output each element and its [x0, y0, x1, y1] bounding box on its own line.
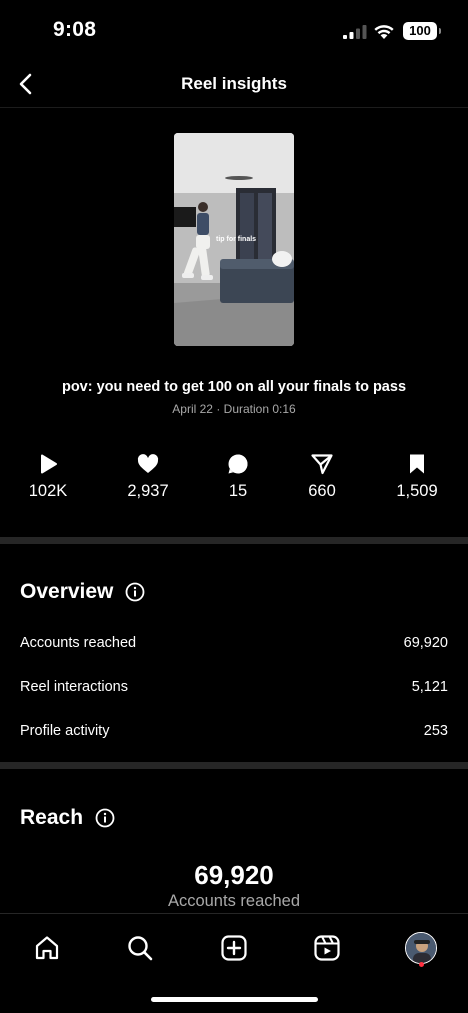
accounts-reached-value: 69,920: [403, 635, 448, 651]
reel-interactions-value: 5,121: [411, 679, 448, 695]
battery-indicator: 100: [403, 22, 441, 40]
reach-title: Reach: [20, 806, 84, 829]
tab-search[interactable]: [120, 928, 160, 968]
comments-stat: 15: [193, 452, 283, 501]
tab-home[interactable]: [27, 928, 67, 968]
tab-create[interactable]: [214, 928, 254, 968]
likes-stat: 2,937: [103, 452, 193, 501]
header: Reel insights: [0, 62, 468, 108]
reach-label: Accounts reached: [167, 892, 301, 910]
shares-stat: 660: [277, 452, 367, 501]
status-bar: 9:08 100: [0, 0, 468, 60]
profile-avatar-image: [406, 933, 436, 963]
search-icon: [128, 936, 153, 961]
profile-activity-row[interactable]: Profile activity 253: [20, 723, 448, 745]
reel-thumbnail[interactable]: tip for finals: [174, 133, 294, 346]
shares-count: 660: [308, 482, 336, 500]
reel-interactions-label: Reel interactions: [20, 679, 128, 695]
saves-count: 1,509: [396, 482, 438, 500]
section-divider: [0, 762, 468, 769]
reel-interactions-row[interactable]: Reel interactions 5,121: [20, 679, 448, 701]
comments-count: 15: [228, 482, 248, 500]
cellular-signal-icon: [343, 25, 367, 39]
engagement-stats: 102K 2,937 15 660 1,509: [0, 452, 468, 512]
reels-icon: [314, 935, 340, 961]
reel-date-duration: April 22 · Duration 0:16: [172, 402, 296, 416]
heart-icon: [137, 454, 159, 473]
profile-activity-label: Profile activity: [20, 723, 110, 739]
plays-stat: 102K: [3, 452, 93, 501]
play-icon: [41, 454, 57, 474]
notification-dot: [419, 962, 424, 967]
accounts-reached-label: Accounts reached: [20, 635, 137, 651]
plays-count: 102K: [28, 482, 68, 500]
home-icon: [35, 936, 59, 960]
wifi-icon: [374, 25, 394, 39]
avatar: [405, 932, 437, 964]
share-icon: [311, 454, 333, 475]
create-icon: [221, 935, 247, 961]
section-divider: [0, 537, 468, 544]
reach-number: 69,920: [194, 860, 274, 890]
reel-overlay-text: tip for finals: [216, 236, 257, 243]
info-icon[interactable]: [125, 582, 145, 602]
bookmark-icon: [410, 454, 424, 474]
reach-section-title: Reach: [20, 806, 115, 830]
likes-count: 2,937: [127, 482, 169, 500]
profile-activity-value: 253: [423, 723, 448, 739]
overview-section-title: Overview: [20, 580, 145, 604]
comment-icon: [228, 454, 248, 474]
accounts-reached-row[interactable]: Accounts reached 69,920: [20, 635, 448, 657]
info-icon[interactable]: [95, 808, 115, 828]
saves-stat: 1,509: [372, 452, 462, 501]
reel-caption: pov: you need to get 100 on all your fin…: [61, 379, 407, 395]
home-indicator: [151, 997, 318, 1002]
tab-reels[interactable]: [307, 928, 347, 968]
page-title: Reel insights: [181, 74, 287, 93]
status-time: 9:08: [53, 18, 97, 41]
overview-title: Overview: [20, 580, 114, 603]
